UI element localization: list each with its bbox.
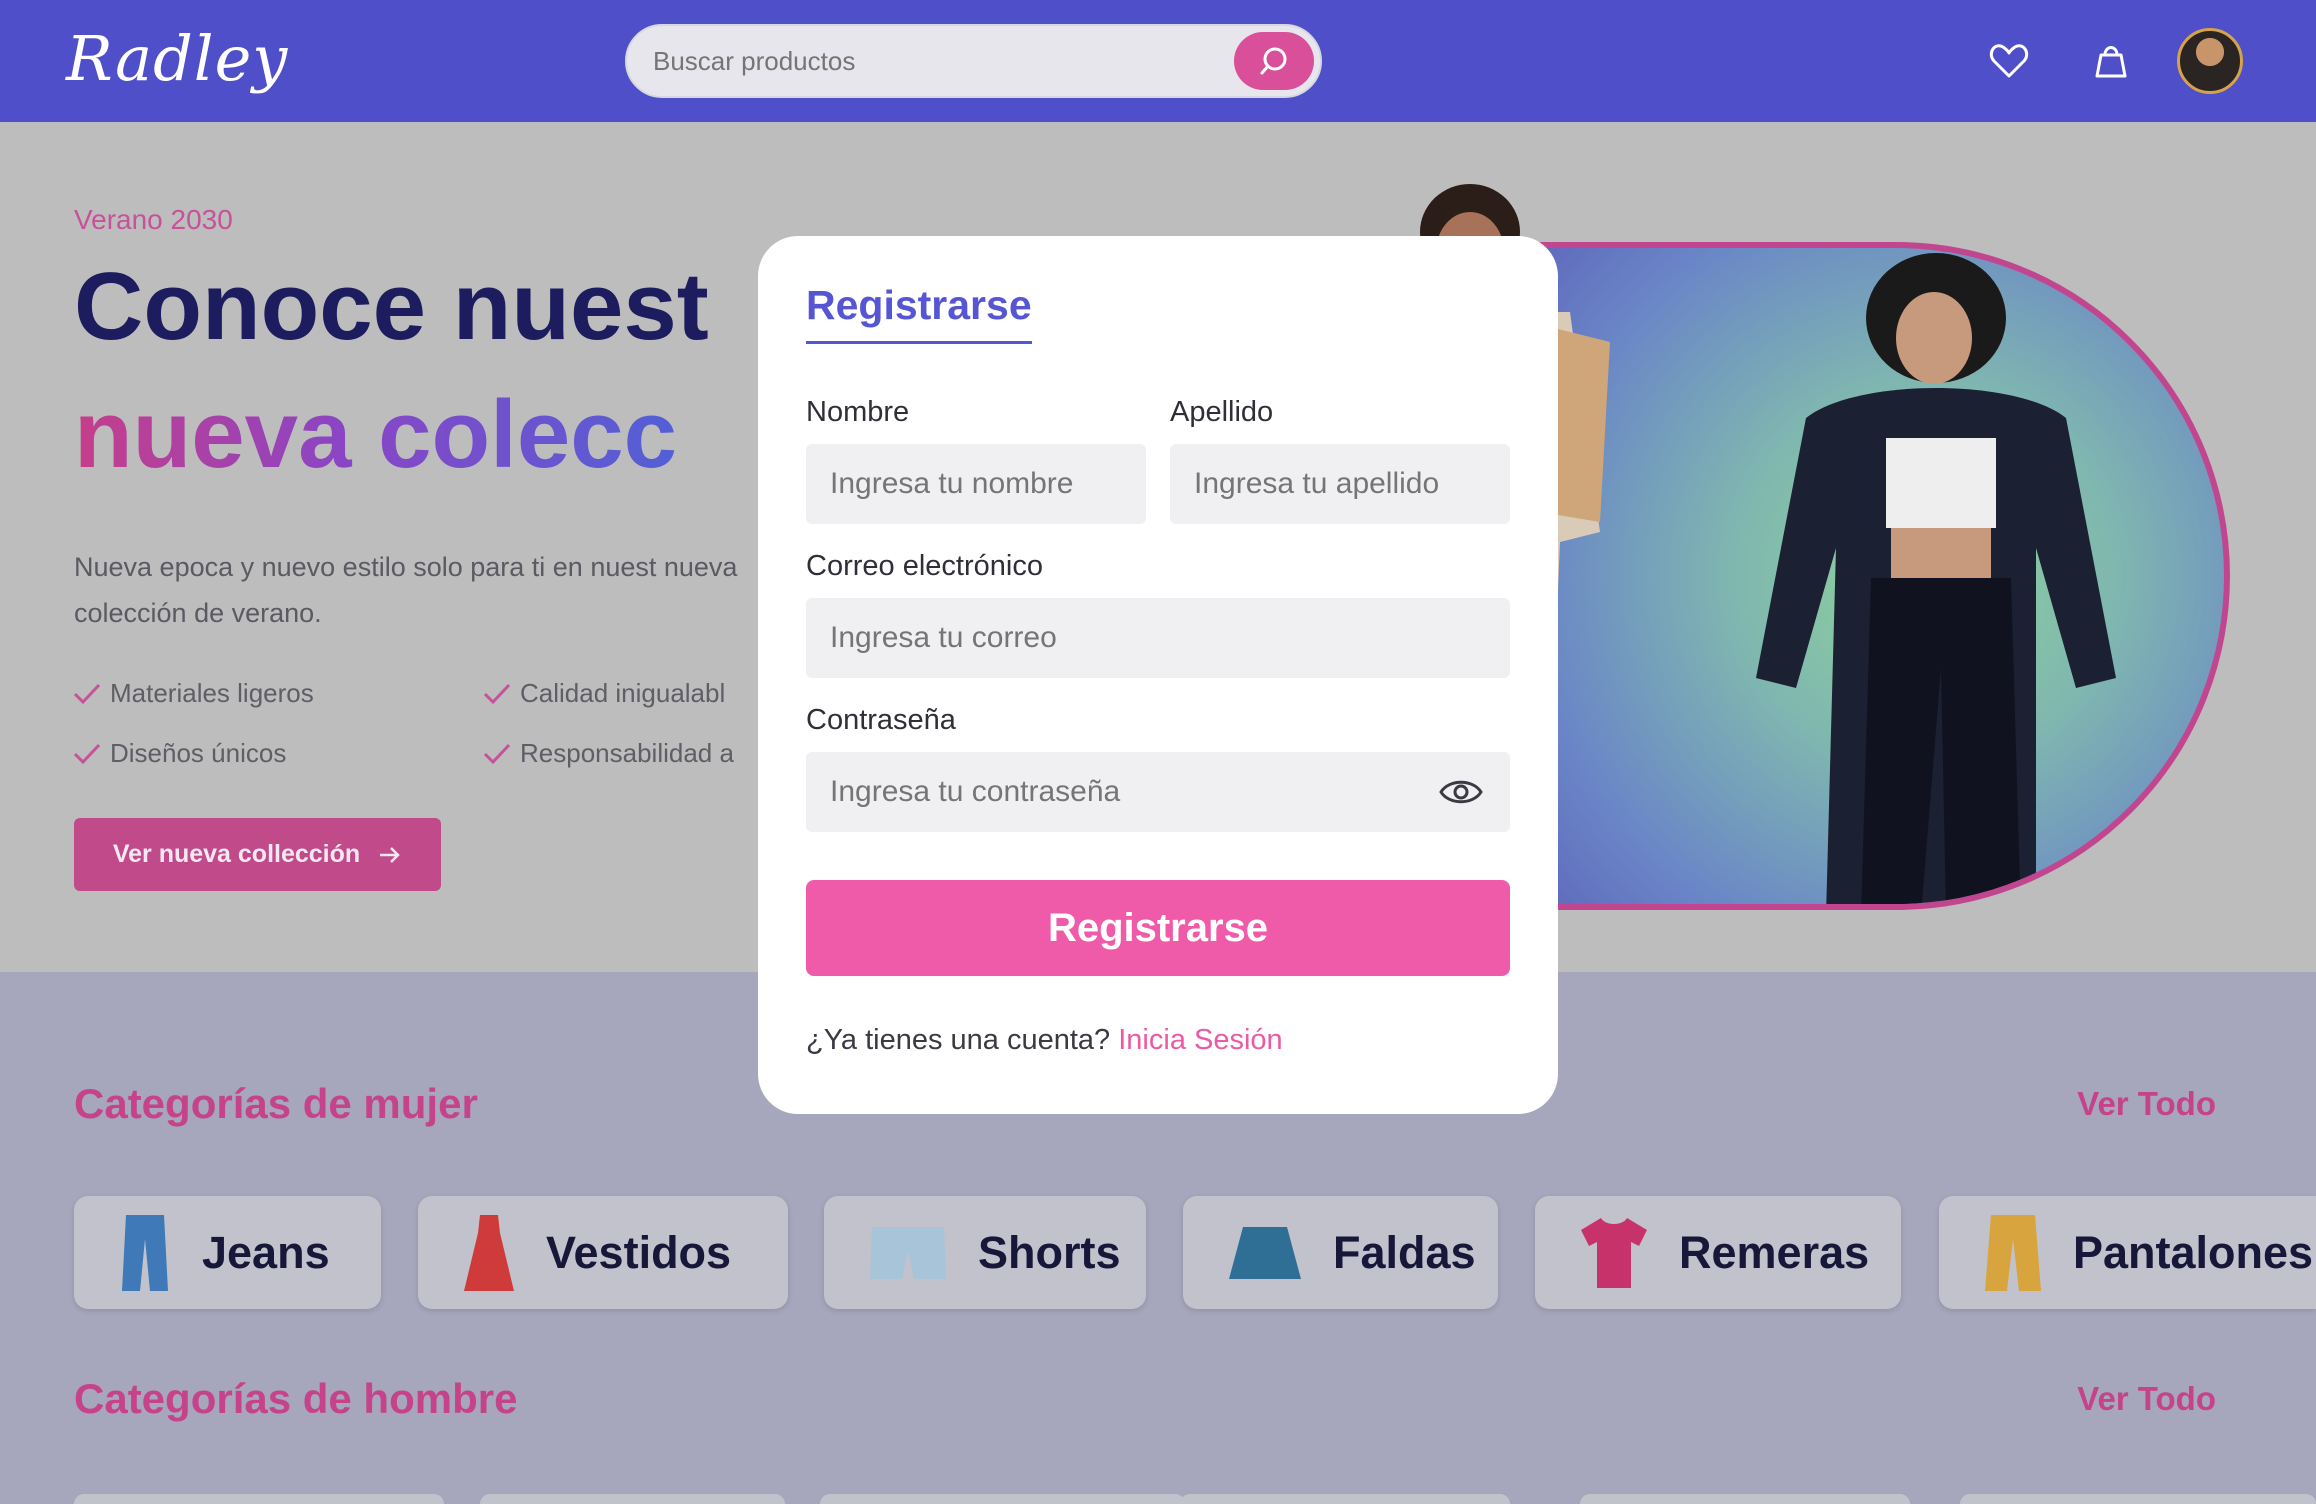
hero-eyebrow: Verano 2030 xyxy=(74,204,233,235)
last-name-field[interactable] xyxy=(1170,444,1510,524)
men-category-card[interactable] xyxy=(480,1494,785,1504)
feature-item: Calidad inigualabl xyxy=(482,678,725,709)
hero-title-line2: nueva colecc xyxy=(74,381,677,488)
register-submit-button[interactable]: Registrarse xyxy=(806,880,1510,976)
bag-icon xyxy=(2095,46,2127,78)
password-field[interactable] xyxy=(806,752,1510,832)
category-card-jeans[interactable]: Jeans xyxy=(74,1196,381,1309)
view-collection-button[interactable]: Ver nueva collección xyxy=(74,818,441,891)
arrow-right-icon xyxy=(380,846,400,863)
eye-icon xyxy=(1439,780,1483,804)
toggle-password-visibility[interactable] xyxy=(1438,774,1484,810)
check-icon xyxy=(73,743,101,764)
jeans-icon xyxy=(122,1214,168,1291)
category-card-shorts[interactable]: Shorts xyxy=(824,1196,1146,1309)
top-navbar: Radley xyxy=(0,0,2316,122)
first-name-label: Nombre xyxy=(806,396,910,428)
hero-title-line1: Conoce nuest xyxy=(74,253,709,360)
feature-item: Responsabilidad a xyxy=(482,738,734,769)
category-card-pants[interactable]: Pantalones xyxy=(1939,1196,2316,1309)
men-category-card[interactable] xyxy=(74,1494,444,1504)
category-card-skirts[interactable]: Faldas xyxy=(1183,1196,1498,1309)
search-input[interactable] xyxy=(653,26,1213,96)
feature-item: Materiales ligeros xyxy=(72,678,314,709)
tab-register[interactable]: Registrarse xyxy=(806,282,1032,344)
login-prompt: ¿Ya tienes una cuenta? Inicia Sesión xyxy=(806,1024,1283,1056)
women-see-all-link[interactable]: Ver Todo xyxy=(2077,1085,2216,1123)
cart-button[interactable] xyxy=(2086,36,2136,86)
login-link[interactable]: Inicia Sesión xyxy=(1118,1024,1282,1056)
pants-icon xyxy=(1985,1214,2041,1291)
heart-icon xyxy=(1989,44,2029,78)
favorites-button[interactable] xyxy=(1984,36,2034,86)
email-label: Correo electrónico xyxy=(806,550,1043,582)
category-card-tshirts[interactable]: Remeras xyxy=(1535,1196,1901,1309)
search-icon xyxy=(1260,47,1287,75)
search-button[interactable] xyxy=(1234,32,1314,90)
dress-icon xyxy=(464,1214,514,1291)
men-categories-title: Categorías de hombre xyxy=(74,1375,518,1422)
brand-logo[interactable]: Radley xyxy=(66,22,288,95)
men-see-all-link[interactable]: Ver Todo xyxy=(2077,1380,2216,1418)
email-field[interactable] xyxy=(806,598,1510,678)
avatar[interactable] xyxy=(2177,28,2243,94)
hero-description: Nueva epoca y nuevo estilo solo para ti … xyxy=(74,552,738,628)
first-name-field[interactable] xyxy=(806,444,1146,524)
men-category-card[interactable] xyxy=(1580,1494,1910,1504)
last-name-label: Apellido xyxy=(1170,396,1274,428)
men-category-card[interactable] xyxy=(1180,1494,1510,1504)
check-icon xyxy=(483,683,511,704)
women-categories-title: Categorías de mujer xyxy=(74,1080,478,1127)
tshirt-icon xyxy=(1581,1217,1647,1288)
skirt-icon xyxy=(1229,1226,1301,1279)
shorts-icon xyxy=(870,1226,946,1279)
men-category-card[interactable] xyxy=(1960,1494,2316,1504)
search-bar xyxy=(625,24,1322,98)
register-modal: Registrarse Nombre Apellido Correo elect… xyxy=(758,236,1558,1114)
category-card-dresses[interactable]: Vestidos xyxy=(418,1196,788,1309)
feature-item: Diseños únicos xyxy=(72,738,286,769)
men-category-card[interactable] xyxy=(820,1494,1185,1504)
check-icon xyxy=(483,743,511,764)
check-icon xyxy=(73,683,101,704)
password-label: Contraseña xyxy=(806,704,956,736)
